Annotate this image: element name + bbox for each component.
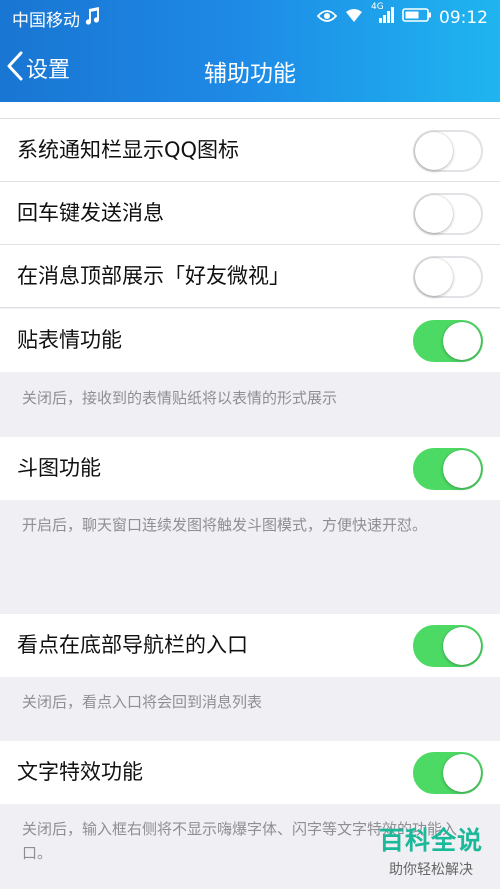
setting-label: 看点在底部导航栏的入口 <box>17 633 248 657</box>
text-effects-toggle[interactable] <box>413 752 483 794</box>
setting-label: 贴表情功能 <box>17 328 122 352</box>
setting-row-qq-tray-icon[interactable]: 系统通知栏显示QQ图标 <box>0 119 500 182</box>
doutu-note: 开启后，聊天窗口连续发图将触发斗图模式，方便快速开怼。 <box>22 516 428 534</box>
setting-row-kandian-entry[interactable]: 看点在底部导航栏的入口 <box>0 614 500 677</box>
watermark-logo: 百科全说 助你轻松解决 <box>372 821 490 879</box>
battery-icon <box>402 7 432 28</box>
sticker-toggle[interactable] <box>413 320 483 362</box>
list-top-edge <box>0 102 500 119</box>
back-label: 设置 <box>26 58 71 83</box>
doutu-toggle[interactable] <box>413 448 483 490</box>
network-type: 4G <box>371 2 384 12</box>
setting-label: 回车键发送消息 <box>17 201 164 225</box>
setting-label: 系统通知栏显示QQ图标 <box>17 138 240 162</box>
clock: 09:12 <box>439 7 488 28</box>
kandian-entry-toggle[interactable] <box>413 625 483 667</box>
setting-row-enter-to-send[interactable]: 回车键发送消息 <box>0 182 500 245</box>
kandian-entry-note: 关闭后，看点入口将会回到消息列表 <box>22 693 263 711</box>
eye-icon <box>316 8 338 28</box>
watermark-title: 百科全说 <box>378 826 483 855</box>
wifi-icon <box>344 7 364 28</box>
watermark-subtitle: 助你轻松解决 <box>389 862 473 878</box>
setting-label: 斗图功能 <box>17 456 101 480</box>
setting-label: 在消息顶部展示「好友微视」 <box>17 264 290 288</box>
signal-icon: 4G <box>371 2 395 29</box>
enter-to-send-toggle[interactable] <box>413 193 483 235</box>
friend-weishi-toggle[interactable] <box>413 256 483 298</box>
setting-row-sticker[interactable]: 贴表情功能 <box>0 309 500 372</box>
setting-row-doutu[interactable]: 斗图功能 <box>0 437 500 500</box>
setting-label: 文字特效功能 <box>17 760 143 784</box>
navigation-bar: 设置 辅助功能 <box>0 34 500 102</box>
sticker-note: 关闭后，接收到的表情贴纸将以表情的形式展示 <box>22 389 338 407</box>
music-note-icon <box>84 7 100 30</box>
status-bar: 中国移动 4G 09:12 <box>0 0 500 34</box>
qq-tray-icon-toggle[interactable] <box>413 130 483 172</box>
carrier-name: 中国移动 <box>12 11 80 31</box>
page-title: 辅助功能 <box>204 61 296 87</box>
chevron-left-icon <box>6 51 24 85</box>
setting-row-friend-weishi[interactable]: 在消息顶部展示「好友微视」 <box>0 245 500 308</box>
back-button[interactable]: 设置 <box>6 48 70 88</box>
setting-row-text-effects[interactable]: 文字特效功能 <box>0 741 500 804</box>
